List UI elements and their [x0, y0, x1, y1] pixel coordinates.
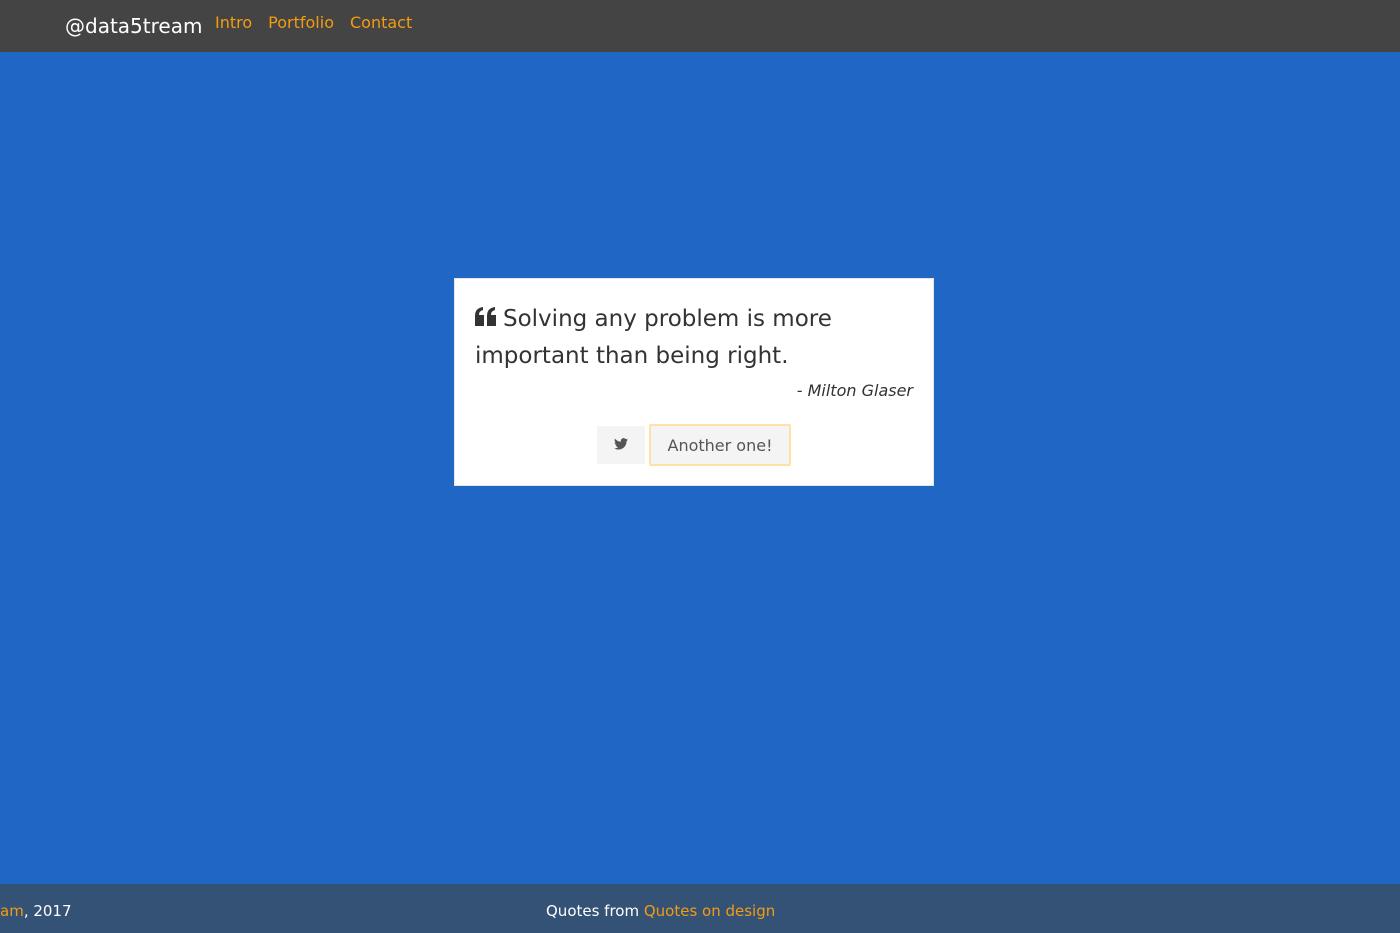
quote-author: - Milton Glaser: [796, 381, 913, 400]
nav-link-portfolio[interactable]: Portfolio: [268, 12, 334, 34]
quote-card: Solving any problem is more important th…: [454, 278, 934, 486]
tweet-button[interactable]: [596, 426, 645, 464]
nav-link-intro[interactable]: Intro: [215, 12, 252, 34]
navbar: @data5tream Intro Portfolio Contact: [0, 0, 1400, 52]
quote-credit: Quotes from Quotes on design: [546, 901, 775, 921]
copyright-link[interactable]: am: [0, 902, 24, 920]
credit-prefix: Quotes from: [546, 902, 644, 920]
quote-left-icon: [475, 302, 497, 338]
quote-block: Solving any problem is more important th…: [475, 301, 915, 374]
copyright: am, 2017: [0, 901, 72, 921]
brand-link[interactable]: @data5tream: [65, 12, 202, 40]
another-quote-button[interactable]: Another one!: [648, 424, 792, 466]
footer: am, 2017 Quotes from Quotes on design: [0, 884, 1400, 933]
copyright-year: , 2017: [23, 902, 72, 920]
nav-link-contact[interactable]: Contact: [350, 12, 412, 34]
twitter-icon: [613, 437, 628, 453]
button-row: Another one!: [455, 424, 933, 466]
quote-text: Solving any problem is more important th…: [475, 306, 832, 369]
nav-links: Intro Portfolio Contact: [215, 12, 412, 34]
quotes-on-design-link[interactable]: Quotes on design: [644, 902, 775, 920]
